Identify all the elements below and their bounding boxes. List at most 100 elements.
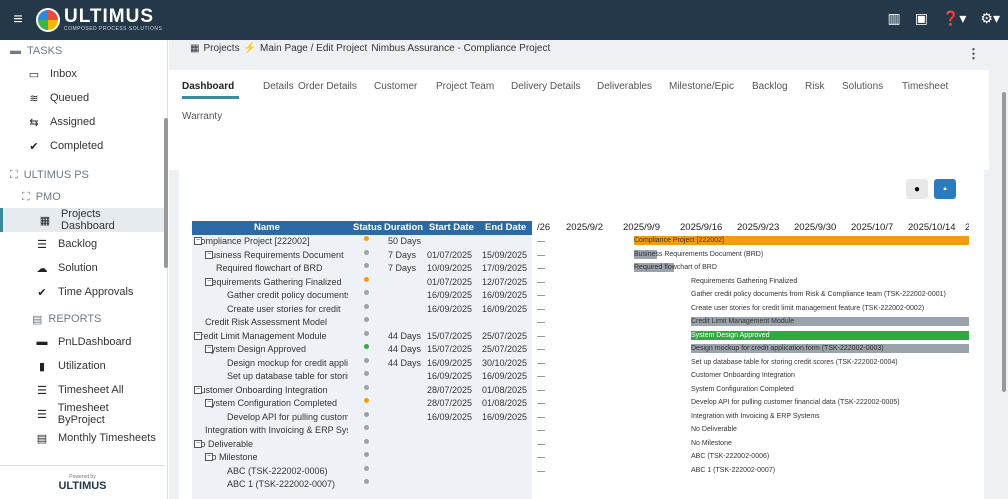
sidebar-item-pnldashboard[interactable]: ▬ PnLDashboard <box>0 330 167 354</box>
sidebar-item-projects-dashboard[interactable]: ▦ Projects Dashboard <box>0 208 167 232</box>
sidebar-scrollbar[interactable] <box>164 118 168 268</box>
row-start: 28/07/2025 <box>427 398 473 408</box>
collapse-icon[interactable]: − <box>194 237 202 245</box>
clock-button[interactable]: ● <box>906 179 928 199</box>
gantt-row[interactable]: No Milestone <box>537 438 969 452</box>
sidebar-item-utilization[interactable]: ▮ Utilization <box>0 354 167 378</box>
gantt-row[interactable]: Design mockup for credit application for… <box>537 343 969 357</box>
breadcrumb-projects[interactable]: Projects <box>203 43 239 54</box>
ultimus-ps-header[interactable]: ⛶ ULTIMUS PS <box>0 164 167 186</box>
sidebar-item-solution[interactable]: ☁ Solution <box>0 256 167 280</box>
gantt-row[interactable]: Create user stories for credit limit man… <box>537 303 969 317</box>
sidebar-item-time-approvals[interactable]: ✔ Time Approvals <box>0 280 167 304</box>
gantt-row[interactable]: No Deliverable <box>537 424 969 438</box>
collapse-icon[interactable]: − <box>205 277 213 286</box>
save-button[interactable]: ▪ <box>934 179 956 199</box>
sidebar-item-label: PnLDashboard <box>58 336 132 348</box>
table-row[interactable]: − Credit Limit Management Module 44 Days 15… <box>192 330 532 344</box>
gantt-row[interactable]: Customer Onboarding Integration <box>537 370 969 384</box>
gantt-row[interactable]: Integration with Invoicing & ERP Systems <box>537 411 969 425</box>
brand-logo[interactable]: ULTIMUS COMPOSED PROCESS SOLUTIONS <box>36 7 162 32</box>
tab-backlog[interactable]: Backlog <box>752 81 788 92</box>
tab-order-details[interactable]: Order Details <box>298 81 357 92</box>
table-row[interactable]: − No Milestone <box>192 451 532 465</box>
col-status[interactable]: Status <box>353 222 382 233</box>
tab-project-team[interactable]: Project Team <box>436 81 494 92</box>
gantt-row[interactable]: Business Requirements Document (BRD) <box>537 249 969 263</box>
gantt-row[interactable]: Gather credit policy documents from Risk… <box>537 289 969 303</box>
table-row[interactable]: − System Design Approved 44 Days 15/07/2025… <box>192 343 532 357</box>
bolt-icon: ⚡ <box>243 43 257 54</box>
col-duration[interactable]: Duration <box>384 222 423 233</box>
table-row[interactable]: ABC 1 (TSK-222002-0007) <box>192 478 532 492</box>
collapse-icon[interactable]: − <box>194 439 202 448</box>
gantt-row[interactable]: Requirements Gathering Finalized <box>537 276 969 290</box>
gantt-row[interactable]: System Design Approved <box>537 330 969 344</box>
status-dot <box>364 398 369 403</box>
tab-customer[interactable]: Customer <box>374 81 417 92</box>
tab-dashboard[interactable]: Dashboard <box>182 81 234 92</box>
sidebar-item-inbox[interactable]: ▭ Inbox <box>0 62 167 86</box>
tab-warranty[interactable]: Warranty <box>182 111 222 122</box>
table-row[interactable]: − Customer Onboarding Integration 28/07/20… <box>192 384 532 398</box>
gantt-row[interactable]: ABC (TSK-222002-0006) <box>537 451 969 465</box>
table-row[interactable]: Set up database table for storing 16/09/2… <box>192 370 532 384</box>
hamburger-menu-icon[interactable]: ≡ <box>0 11 36 29</box>
briefcase-icon[interactable]: ▣ <box>915 10 928 27</box>
tab-deliverables[interactable]: Deliverables <box>597 81 652 92</box>
col-end[interactable]: End Date <box>485 222 526 233</box>
sidebar-item-queued[interactable]: ≋ Queued <box>0 86 167 110</box>
tab-delivery-details[interactable]: Delivery Details <box>511 81 580 92</box>
table-row[interactable]: Required flowchart of BRD 7 Days 10/09/202… <box>192 262 532 276</box>
gantt-row[interactable]: Compliance Project [222002] <box>537 235 969 249</box>
table-row[interactable]: − Business Requirements Document 7 Days 01/… <box>192 249 532 263</box>
tab-timesheet[interactable]: Timesheet <box>902 81 948 92</box>
tab-details[interactable]: Details <box>263 81 294 92</box>
sidebar-item-timesheet-byproject[interactable]: ☰ Timesheet ByProject <box>0 402 167 426</box>
collapse-icon[interactable]: − <box>194 385 202 394</box>
table-row[interactable]: Create user stories for credit 16/09/2025… <box>192 303 532 317</box>
reports-header[interactable]: ▤ REPORTS <box>0 308 167 330</box>
col-start[interactable]: Start Date <box>429 222 474 233</box>
sidebar-item-backlog[interactable]: ☰ Backlog <box>0 232 167 256</box>
table-row[interactable]: Gather credit policy documents 16/09/2025… <box>192 289 532 303</box>
gantt-row[interactable]: System Configuration Completed <box>537 384 969 398</box>
sidebar-item-completed[interactable]: ✔ Completed <box>0 134 167 158</box>
table-row[interactable]: Develop API for pulling customer 16/09/20… <box>192 411 532 425</box>
collapse-icon[interactable]: − <box>194 331 202 340</box>
more-options-icon[interactable]: ⋮ <box>967 46 980 62</box>
sidebar-item-monthly-timesheets[interactable]: ▤ Monthly Timesheets <box>0 426 167 450</box>
table-row[interactable]: Design mockup for credit application 44 D… <box>192 357 532 371</box>
gantt-row[interactable]: Required flowchart of BRD <box>537 262 969 276</box>
settings-gear-icon[interactable]: ⚙▾ <box>980 10 1000 27</box>
columns-icon[interactable]: ▥ <box>887 10 900 27</box>
table-row[interactable]: − Requirements Gathering Finalized 01/07/2… <box>192 276 532 290</box>
collapse-icon[interactable]: − <box>205 250 213 259</box>
collapse-icon[interactable]: − <box>205 453 213 461</box>
tasks-header[interactable]: ▬ TASKS <box>0 40 167 62</box>
collapse-icon[interactable]: − <box>205 399 213 407</box>
tab-solutions[interactable]: Solutions <box>842 81 883 92</box>
col-name[interactable]: Name <box>254 222 280 233</box>
collapse-icon[interactable]: − <box>205 345 213 353</box>
gantt-row[interactable]: ABC 1 (TSK-222002-0007) <box>537 465 969 479</box>
main-scrollbar[interactable] <box>1002 92 1006 392</box>
table-row[interactable]: − Compliance Project [222002] 50 Days <box>192 235 532 249</box>
gantt-row[interactable]: Credit Limit Management Module <box>537 316 969 330</box>
pmo-header[interactable]: ⛶ PMO <box>0 186 167 208</box>
table-row[interactable]: ABC (TSK-222002-0006) <box>192 465 532 479</box>
help-icon[interactable]: ❓▾ <box>942 10 966 27</box>
sidebar-item-assigned[interactable]: ⇆ Assigned <box>0 110 167 134</box>
gantt-row[interactable]: Develop API for pulling customer financi… <box>537 397 969 411</box>
tab-milestone-epic[interactable]: Milestone/Epic <box>669 81 734 92</box>
sidebar-item-timesheet-all[interactable]: ☰ Timesheet All <box>0 378 167 402</box>
table-row[interactable]: − System Configuration Completed 28/07/202… <box>192 397 532 411</box>
table-row[interactable]: − No Deliverable <box>192 438 532 452</box>
gantt-label: Design mockup for credit application for… <box>691 345 884 352</box>
table-row[interactable]: Integration with Invoicing & ERP Systems <box>192 424 532 438</box>
gantt-row[interactable]: Set up database table for storing credit… <box>537 357 969 371</box>
breadcrumb-main-page[interactable]: Main Page / Edit Project <box>260 43 367 54</box>
status-dot <box>364 452 369 457</box>
tab-risk[interactable]: Risk <box>805 81 824 92</box>
table-row[interactable]: Credit Risk Assessment Model <box>192 316 532 330</box>
